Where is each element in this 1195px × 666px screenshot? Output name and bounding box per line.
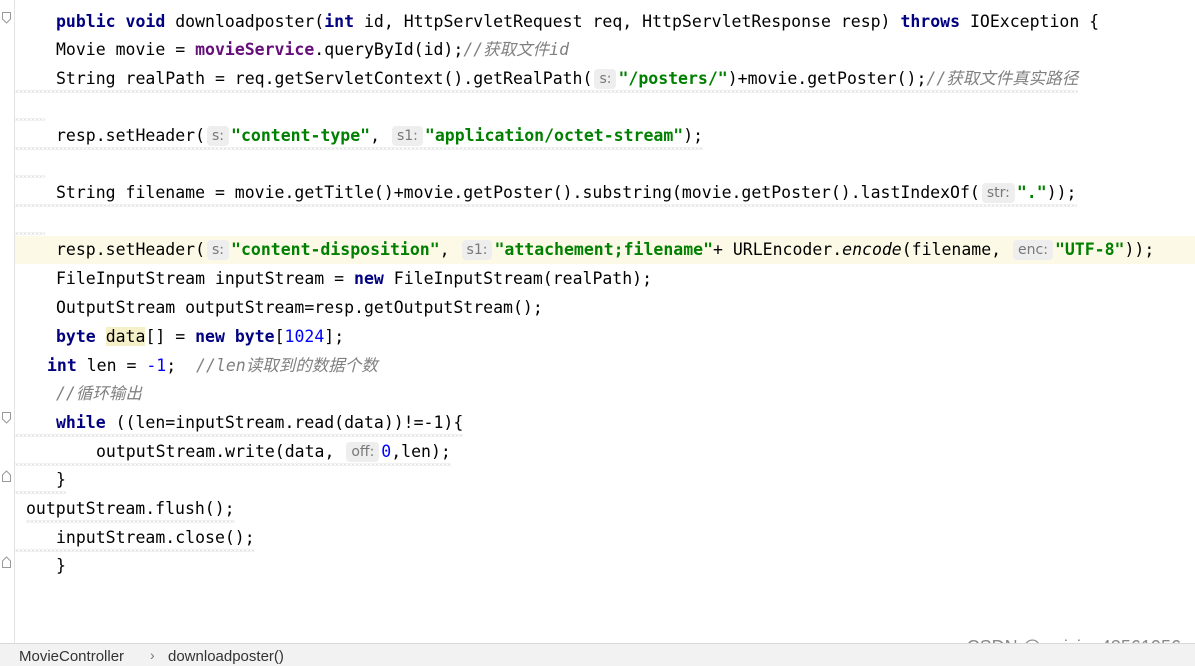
- code-text: resp.setHeader(: [56, 240, 206, 259]
- parameter-hint: s:: [594, 69, 617, 89]
- parameter-hint: s1:: [391, 126, 423, 146]
- editor-gutter: [0, 0, 14, 644]
- code-line-20: }: [15, 552, 1195, 580]
- code-line-16: outputStream.write(data, off: 0,len);: [15, 438, 1195, 466]
- fold-marker-icon[interactable]: [2, 412, 11, 424]
- parameter-hint: enc:: [1013, 240, 1053, 260]
- code-text: ,: [439, 240, 460, 259]
- code-text: Movie movie =: [56, 40, 196, 59]
- string-literal: "content-type": [231, 126, 371, 145]
- code-line-1: public void downloadposter(int id, HttpS…: [15, 8, 1195, 36]
- method-name: downloadposter(: [175, 12, 325, 31]
- comment: //len读取到的数据个数: [196, 356, 378, 375]
- parameter-hint: s1:: [461, 240, 493, 260]
- code-text: ;: [166, 356, 197, 375]
- code-line-6-empty: [15, 150, 1195, 178]
- keyword: byte: [234, 327, 275, 346]
- parameter-hint: str:: [981, 183, 1015, 203]
- code-line-19: inputStream.close();: [15, 524, 1195, 552]
- code-line-15: while ((len=inputStream.read(data))!=-1)…: [15, 409, 1195, 437]
- code-text: String realPath = req.getServletContext(…: [56, 69, 593, 88]
- comment: //循环输出: [56, 384, 142, 403]
- code-text: [] =: [145, 327, 196, 346]
- code-line-12: byte data[] = new byte[1024];: [15, 323, 1195, 351]
- code-line-7: String filename = movie.getTitle()+movie…: [15, 179, 1195, 207]
- code-line-13: int len = -1; //len读取到的数据个数: [15, 352, 1195, 380]
- code-line-17: }: [15, 466, 1195, 494]
- keyword: int: [47, 356, 77, 375]
- code-text: OutputStream outputStream=resp.getOutput…: [56, 298, 543, 317]
- code-editor[interactable]: public void downloadposter(int id, HttpS…: [15, 0, 1195, 644]
- chevron-right-icon: ›: [150, 647, 155, 663]
- code-line-2: Movie movie = movieService.queryById(id)…: [15, 36, 1195, 64]
- code-text: (filename,: [901, 240, 1012, 259]
- code-line-3: String realPath = req.getServletContext(…: [15, 65, 1195, 93]
- number-literal: 1024: [284, 327, 325, 346]
- code-text: IOException {: [960, 12, 1100, 31]
- code-text: ,: [370, 126, 390, 145]
- string-literal: "application/octet-stream": [424, 126, 684, 145]
- code-line-18: outputStream.flush();: [15, 495, 1195, 523]
- code-line-11: OutputStream outputStream=resp.getOutput…: [15, 294, 1195, 322]
- number-literal: -1: [146, 356, 167, 375]
- code-line-4-empty: [15, 93, 1195, 121]
- code-text: len =: [76, 356, 147, 375]
- field-reference: movieService: [195, 40, 315, 59]
- parameter-hint: s:: [207, 126, 230, 146]
- string-literal: "content-disposition": [231, 240, 440, 259]
- breadcrumb: MovieController › downloadposter(): [0, 643, 1195, 666]
- keyword: byte: [56, 327, 96, 346]
- keyword: void: [125, 12, 166, 31]
- fold-marker-icon[interactable]: [2, 12, 11, 24]
- code-text: )+movie.getPoster();: [727, 69, 927, 88]
- keyword: int: [324, 12, 355, 31]
- string-literal: "attachement;filename": [494, 240, 713, 259]
- keyword: new: [195, 327, 225, 346]
- keyword: public: [56, 12, 116, 31]
- code-text: ));: [1046, 183, 1077, 202]
- variable-usage-highlight: data: [105, 327, 146, 346]
- breadcrumb-method[interactable]: downloadposter(): [168, 648, 284, 665]
- comment: //获取文件id: [463, 40, 570, 59]
- code-text: ,len);: [391, 442, 451, 461]
- code-text: ));: [1124, 240, 1155, 259]
- code-text: + URLEncoder.: [713, 240, 843, 259]
- code-text: outputStream.write(data,: [96, 442, 345, 461]
- keyword: while: [56, 413, 106, 432]
- code-line-8-empty: [15, 207, 1195, 235]
- string-literal: "UTF-8": [1054, 240, 1125, 259]
- fold-marker-icon[interactable]: [2, 556, 11, 568]
- string-literal: ".": [1016, 183, 1047, 202]
- code-text: inputStream.close();: [56, 528, 255, 547]
- code-text: .queryById(id);: [314, 40, 464, 59]
- code-text: }: [56, 470, 66, 489]
- static-method: encode: [842, 240, 902, 259]
- code-line-9-current: resp.setHeader(s: "content-disposition", …: [15, 236, 1195, 264]
- parameter-hint: off:: [346, 442, 380, 462]
- code-text: }: [56, 556, 66, 575]
- breadcrumb-class[interactable]: MovieController: [19, 648, 124, 665]
- code-text: ((len=inputStream.read(data))!=-1){: [105, 413, 464, 432]
- code-text: outputStream.flush();: [26, 499, 235, 518]
- code-text: ];: [324, 327, 345, 346]
- code-text: [: [274, 327, 285, 346]
- code-line-5: resp.setHeader(s: "content-type", s1: "app…: [15, 122, 1195, 150]
- code-text: String filename = movie.getTitle()+movie…: [56, 183, 980, 202]
- code-text: FileInputStream inputStream =: [56, 269, 355, 288]
- keyword: new: [354, 269, 384, 288]
- code-line-14: //循环输出: [15, 380, 1195, 408]
- code-text: FileInputStream(realPath);: [383, 269, 653, 288]
- comment: //获取文件真实路径: [926, 69, 1079, 88]
- string-literal: "/posters/": [618, 69, 728, 88]
- code-text: resp.setHeader(: [56, 126, 206, 145]
- code-line-10: FileInputStream inputStream = new FileIn…: [15, 265, 1195, 293]
- code-text: id, HttpServletRequest req, HttpServletR…: [354, 12, 901, 31]
- code-text: );: [683, 126, 704, 145]
- number-literal: 0: [381, 442, 392, 461]
- fold-marker-icon[interactable]: [2, 470, 11, 482]
- parameter-hint: s:: [207, 240, 230, 260]
- keyword: throws: [900, 12, 961, 31]
